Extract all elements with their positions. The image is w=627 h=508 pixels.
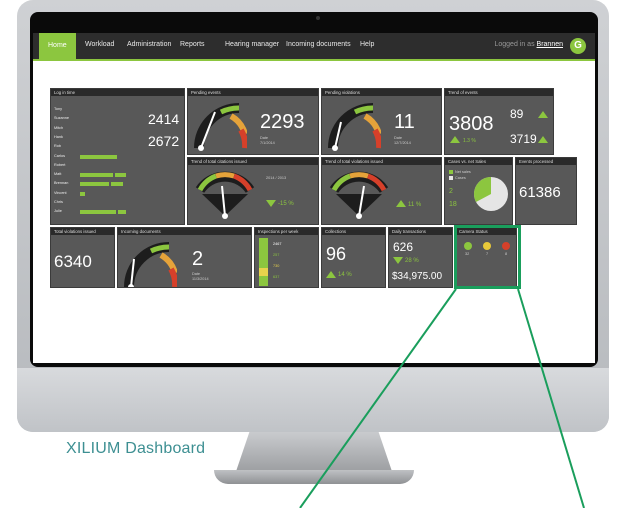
login-info: Logged in as Brannen — [494, 41, 563, 48]
gauge-icon — [328, 103, 381, 151]
gauge-icon — [195, 171, 255, 219]
login-row-name: Chris — [54, 200, 63, 204]
login-row-name: Julie — [54, 209, 62, 214]
nav-accent-line — [33, 59, 595, 61]
login-bar — [80, 210, 116, 215]
nav-help[interactable]: Help — [360, 41, 374, 48]
login-row-name: Tony — [54, 107, 63, 111]
login-row: Mitch — [54, 125, 142, 133]
login-bar — [80, 173, 113, 178]
login-row-name: Robert — [54, 162, 66, 167]
tile-cases-vs-sales[interactable]: Cases vs. net Sales Net sales Cases 2 18 — [444, 157, 513, 225]
legend-swatch — [449, 170, 453, 174]
inspections-bar-segment — [259, 268, 268, 276]
tile-daily-transactions[interactable]: Daily transactions 626 28 % $34,975.00 — [388, 227, 453, 288]
tile-trend-citations[interactable]: Trend of total citations issued 2014 / 2… — [187, 157, 319, 225]
tile-events-processed[interactable]: Events processed 61386 — [515, 157, 577, 225]
login-row-name: Rob — [54, 144, 61, 149]
trend-down-icon — [266, 200, 276, 207]
login-bar-secondary — [110, 182, 123, 187]
login-row: Rob — [54, 143, 142, 151]
trend-up-icon — [450, 136, 460, 143]
legend-swatch — [449, 176, 453, 180]
login-bar-secondary — [118, 210, 127, 215]
pie-chart-icon — [474, 177, 508, 211]
gauge-icon — [329, 171, 389, 219]
login-value-1: 2414 — [148, 111, 180, 127]
trend-up-icon — [326, 271, 336, 278]
login-row: Vincent — [54, 190, 142, 198]
tile-total-violations[interactable]: Total violations issued 6340 — [50, 227, 115, 288]
login-row: Hank — [54, 134, 142, 142]
camera-status-highlight — [454, 225, 521, 289]
login-bar — [80, 154, 118, 159]
monitor-foot — [214, 470, 414, 484]
login-row: Julie — [54, 208, 142, 216]
login-bar-secondary — [115, 173, 126, 178]
login-row: Tony — [54, 106, 142, 114]
login-value-2: 2672 — [148, 133, 180, 149]
tile-trend-of-events[interactable]: Trend of events 3808 1.3 % 89 3719 — [444, 88, 554, 155]
nav-workload[interactable]: Workload — [85, 41, 114, 48]
nav-administration[interactable]: Administration — [127, 41, 171, 48]
nav-hearing-manager[interactable]: Hearing manager — [225, 41, 279, 48]
trend-up-icon — [396, 200, 406, 207]
tile-collections[interactable]: Collections 96 14 % — [321, 227, 386, 288]
tile-incoming-documents[interactable]: Incoming documents 2 Date 11/3/2014 — [117, 227, 252, 288]
login-row-name: Mitch — [54, 125, 64, 130]
dashboard-screen: Home Workload Administration Reports Hea… — [33, 33, 595, 363]
login-row-name: Matt — [54, 172, 62, 177]
login-row: Brennan — [54, 180, 142, 188]
gauge-icon — [124, 242, 177, 287]
nav-home[interactable]: Home — [39, 33, 76, 59]
nav-reports[interactable]: Reports — [180, 41, 205, 48]
monitor-chin — [17, 368, 609, 432]
camera-dot — [316, 16, 320, 20]
tile-pending-events[interactable]: Pending events 2293 Date 7/1/2014 — [187, 88, 319, 155]
login-row: Suzanne — [54, 115, 142, 123]
login-row-name: Suzanne — [54, 116, 69, 121]
tile-log-in-time[interactable]: Log in time Tony Suzanne Mitch Hank Rob Carlo… — [50, 88, 185, 225]
monitor-stand — [235, 432, 393, 472]
logo-icon: G — [570, 38, 586, 54]
login-row-name: Hank — [54, 134, 63, 139]
tile-inspections-per-week[interactable]: Inspections per week 2467 257 730 637 — [254, 227, 319, 288]
login-row-name: Carlos — [54, 153, 65, 158]
login-row: Carlos — [54, 153, 142, 161]
nav-incoming-documents[interactable]: Incoming documents — [286, 41, 351, 48]
login-row: Robert — [54, 162, 142, 170]
login-row-name: Brennan — [54, 181, 69, 186]
gauge-icon — [194, 103, 247, 151]
top-nav: Home Workload Administration Reports Hea… — [33, 33, 595, 59]
tile-pending-violations[interactable]: Pending violations 11 Date 12/7/2014 — [321, 88, 442, 155]
login-row: Matt — [54, 171, 142, 179]
dashboard-caption: XILIUM Dashboard — [66, 440, 206, 457]
login-bar — [80, 191, 85, 196]
trend-up-icon — [538, 136, 548, 143]
login-row-name: Vincent — [54, 190, 67, 195]
trend-down-icon — [393, 257, 403, 264]
inspections-bar — [259, 238, 268, 286]
username-link[interactable]: Brannen — [537, 41, 563, 48]
login-bar — [80, 182, 109, 187]
trend-up-icon — [538, 111, 548, 118]
tile-trend-violations[interactable]: Trend of total violations issued 11 % — [321, 157, 442, 225]
login-row: Chris — [54, 199, 142, 207]
